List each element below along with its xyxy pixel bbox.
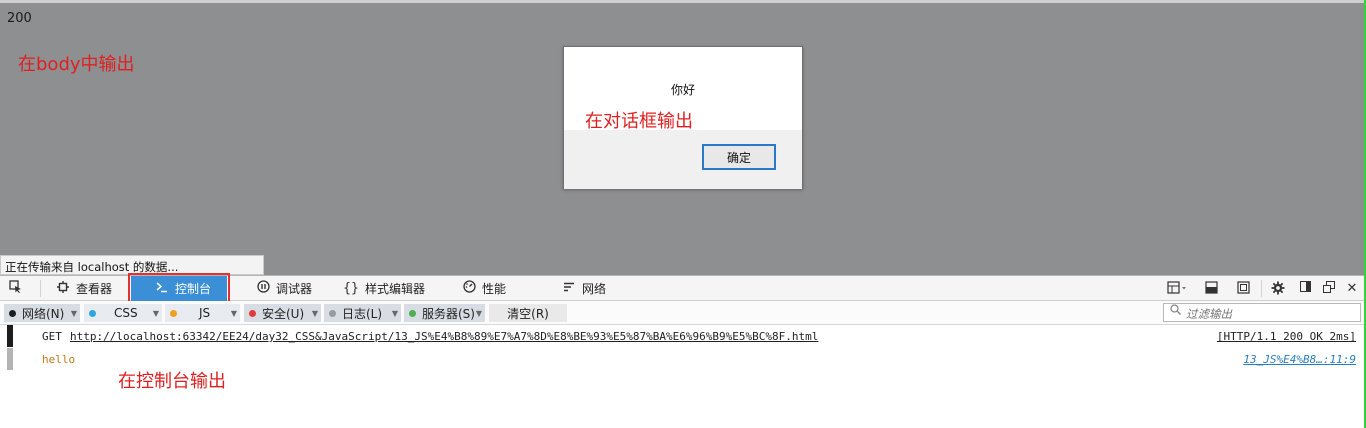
filter-security-button[interactable]: 安全(U) ▼ — [244, 304, 321, 322]
filter-label: JS — [199, 306, 211, 320]
tab-performance[interactable]: 性能 — [462, 276, 506, 301]
tab-label: 查看器 — [76, 282, 113, 296]
tab-label: 调试器 — [276, 282, 313, 296]
picker-icon — [8, 280, 22, 297]
tab-debugger[interactable]: 调试器 — [256, 276, 312, 301]
filter-dot — [329, 309, 336, 317]
console-filter-bar: 网络(N) ▼ CSS ▼ JS ▼ 安全(U) ▼ 日志(L) ▼ 服务器(S… — [0, 301, 1364, 325]
filter-dot — [409, 309, 416, 317]
tab-label: 性能 — [482, 282, 507, 296]
filter-icon — [1170, 304, 1181, 318]
ok-button[interactable]: 确定 — [702, 144, 776, 170]
network-category-bar — [7, 325, 13, 347]
filter-output-input[interactable] — [1163, 303, 1361, 322]
inspector-icon — [56, 280, 70, 297]
scratchpad-icon[interactable] — [1204, 281, 1218, 297]
console-network-row[interactable]: GET http://localhost:63342/EE24/day32_CS… — [0, 325, 1364, 347]
toolbar-separator — [40, 280, 41, 297]
log-message: hello — [42, 353, 76, 366]
split-console-icon[interactable] — [1166, 281, 1188, 297]
dock-side-icon[interactable] — [1299, 281, 1311, 297]
clear-console-button[interactable]: 清空(R) — [489, 304, 567, 322]
settings-icon[interactable] — [1271, 281, 1285, 297]
filter-dot — [170, 309, 177, 317]
tab-style-editor[interactable]: {} 样式编辑器 — [343, 276, 425, 301]
chevron-down-icon[interactable]: ▼ — [231, 309, 237, 318]
log-category-bar — [7, 348, 13, 370]
dialog-footer: 确定 — [564, 130, 802, 189]
debugger-icon — [256, 280, 270, 297]
close-icon[interactable]: ✕ — [1346, 281, 1358, 297]
filter-label: 网络(N) — [22, 306, 65, 321]
filter-label: 服务器(S) — [422, 306, 475, 321]
filter-server-button[interactable]: 服务器(S) ▼ — [404, 304, 485, 322]
tab-inspector[interactable]: 查看器 — [56, 276, 112, 301]
request-status-link[interactable]: [HTTP/1.1 200 OK 2ms] — [1217, 330, 1356, 343]
chevron-down-icon[interactable]: ▼ — [71, 309, 77, 318]
chevron-down-icon[interactable]: ▼ — [476, 309, 482, 318]
filter-dot — [89, 309, 96, 317]
filter-label: CSS — [114, 306, 138, 320]
toolbar-separator — [1261, 280, 1262, 297]
style-editor-icon: {} — [343, 281, 359, 296]
filter-dot — [9, 309, 16, 317]
chevron-down-icon[interactable]: ▼ — [153, 309, 159, 318]
tab-label: 网络 — [582, 282, 607, 296]
tab-label: 样式编辑器 — [365, 282, 426, 296]
request-method: GET — [42, 330, 62, 343]
filter-css-button[interactable]: CSS ▼ — [84, 304, 162, 322]
request-url-link[interactable]: http://localhost:63342/EE24/day32_CSS&Ja… — [70, 330, 818, 343]
responsive-icon[interactable] — [1236, 281, 1250, 297]
filter-net-button[interactable]: 网络(N) ▼ — [4, 304, 80, 322]
element-picker-button[interactable] — [8, 276, 24, 301]
performance-icon — [462, 280, 476, 297]
body-output-text: 200 — [7, 11, 32, 26]
chevron-down-icon[interactable]: ▼ — [392, 309, 398, 318]
annotation-dialog-output: 在对话框输出 — [585, 111, 693, 132]
dialog-message: 你好 — [670, 83, 695, 97]
filter-label: 日志(L) — [342, 306, 383, 321]
annotation-console-output: 在控制台输出 — [118, 371, 226, 392]
filter-dot — [249, 309, 256, 317]
status-bar: 正在传输来自 localhost 的数据... — [0, 255, 264, 275]
network-icon — [562, 281, 576, 297]
annotation-body-output: 在body中输出 — [18, 54, 135, 75]
tab-network[interactable]: 网络 — [562, 276, 606, 301]
filter-js-button[interactable]: JS ▼ — [165, 304, 240, 322]
filter-logging-button[interactable]: 日志(L) ▼ — [324, 304, 401, 322]
chevron-down-icon[interactable]: ▼ — [312, 309, 318, 318]
undock-icon[interactable] — [1323, 281, 1335, 297]
log-source-link[interactable]: 13_JS%E4%B8…:11:9 — [1243, 353, 1356, 366]
filter-label: 安全(U) — [262, 306, 305, 321]
